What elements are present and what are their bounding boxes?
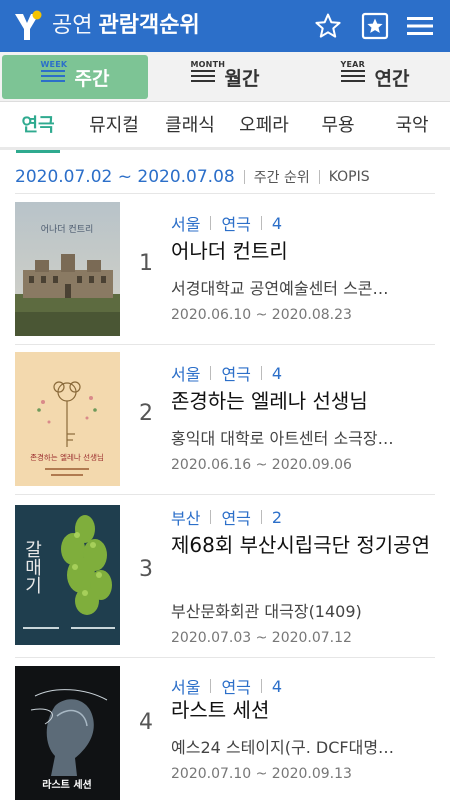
divider (318, 169, 320, 184)
rank-number: 2 (139, 401, 153, 426)
list-item[interactable]: 어나더 컨트리 1 서울 연극 4 어나더 컨트리 서경대학교 공연예술센터 스콘…… (15, 195, 435, 345)
genre: 연극 (221, 365, 251, 384)
tab-weekly[interactable]: WEEK 주간 (2, 55, 148, 99)
venue: 홍익대 대학로 아트센터 소극장… (171, 429, 394, 448)
show-title[interactable]: 라스트 세션 (171, 695, 435, 725)
page-title: 공연 관람객순위 (52, 12, 200, 40)
list-item[interactable]: 존경하는 엘레나 선생님 2 서울 연극 4 존경하는 엘레나 선생님 홍익대 대학… (15, 345, 435, 495)
tab-monthly-label: 월간 (224, 67, 260, 90)
title-light: 공연 (52, 13, 93, 38)
show-dates: 2020.06.10 ~ 2020.08.23 (171, 307, 352, 323)
count: 4 (271, 213, 283, 233)
tab-classical[interactable]: 클래식 (156, 102, 224, 150)
divider (243, 169, 245, 184)
poster-image[interactable]: 존경하는 엘레나 선생님 (15, 352, 120, 486)
venue: 부산문화회관 대극장(1409) (171, 602, 362, 621)
title-bold: 관람객순위 (98, 13, 200, 38)
show-dates: 2020.06.16 ~ 2020.09.06 (171, 457, 352, 473)
tab-gugak[interactable]: 국악 (382, 102, 442, 150)
venue: 서경대학교 공연예술센터 스콘… (171, 279, 389, 298)
tab-opera[interactable]: 오페라 (230, 102, 298, 150)
data-source: KOPIS (328, 168, 370, 185)
tab-yearly-label: 연간 (374, 67, 410, 90)
yes24-logo-icon[interactable] (12, 10, 42, 42)
poster-title: 존경하는 엘레나 선생님 (30, 452, 104, 462)
ranking-type: 주간 순위 (253, 169, 310, 186)
count: 4 (271, 363, 283, 383)
period-tabs: WEEK 주간 MONTH 월간 YEAR 연간 (0, 52, 450, 102)
count: 4 (271, 676, 283, 696)
tab-weekly-tag: WEEK (40, 60, 68, 69)
yearly-list-icon: YEAR (340, 60, 371, 88)
tab-theater[interactable]: 연극 (8, 102, 68, 153)
tab-dance[interactable]: 무용 (308, 102, 368, 150)
app-header: 공연 관람객순위 (0, 0, 450, 52)
item-meta: 부산 연극 2 (171, 505, 282, 529)
tab-weekly-label: 주간 (74, 67, 110, 90)
list-item[interactable]: 갈매기 3 부산 연극 2 제68회 부산시립극단 정기공연 부산문화회관 대극장(… (15, 495, 435, 658)
genre-tabs: 연극 뮤지컬 클래식 오페라 무용 국악 (0, 102, 450, 153)
poster-image[interactable]: 갈매기 (15, 505, 120, 645)
genre: 연극 (221, 509, 251, 528)
item-meta: 서울 연극 4 (171, 211, 282, 235)
poster-title: 어나더 컨트리 (41, 224, 94, 235)
item-meta: 서울 연극 4 (171, 361, 282, 385)
show-title[interactable]: 어나더 컨트리 (171, 236, 435, 266)
tab-yearly-tag: YEAR (340, 60, 365, 69)
date-range: 2020.07.02 ~ 2020.07.08 (15, 166, 235, 187)
rank-number: 3 (139, 557, 153, 582)
region: 부산 (171, 509, 201, 528)
show-title[interactable]: 제68회 부산시립극단 정기공연 (171, 530, 435, 560)
hamburger-menu-icon[interactable] (404, 10, 436, 42)
tab-monthly-tag: MONTH (190, 60, 226, 69)
region: 서울 (171, 215, 201, 234)
count: 2 (271, 507, 283, 527)
tab-yearly[interactable]: YEAR 연간 (302, 55, 448, 99)
ranking-info: 2020.07.02 ~ 2020.07.08 주간 순위 KOPIS (15, 160, 435, 194)
poster-title: 갈매기 (22, 540, 43, 594)
show-title[interactable]: 존경하는 엘레나 선생님 (171, 386, 435, 416)
poster-image[interactable]: 라스트 세션 (15, 666, 120, 800)
tab-monthly[interactable]: MONTH 월간 (152, 55, 298, 99)
region: 서울 (171, 365, 201, 384)
weekly-list-icon: WEEK (40, 60, 71, 88)
poster-image[interactable]: 어나더 컨트리 (15, 202, 120, 336)
star-outline-icon[interactable] (312, 10, 344, 42)
show-dates: 2020.07.03 ~ 2020.07.12 (171, 630, 352, 646)
rank-number: 4 (139, 710, 153, 735)
rank-number: 1 (139, 251, 153, 276)
list-item[interactable]: 라스트 세션 4 서울 연극 4 라스트 세션 예스24 스테이지(구. DCF대명… (15, 658, 435, 800)
genre: 연극 (221, 215, 251, 234)
monthly-list-icon: MONTH (190, 60, 225, 88)
star-box-icon[interactable] (359, 10, 391, 42)
poster-title: 라스트 세션 (42, 778, 91, 791)
show-dates: 2020.07.10 ~ 2020.09.13 (171, 766, 352, 782)
venue: 예스24 스테이지(구. DCF대명… (171, 738, 395, 757)
tab-musical[interactable]: 뮤지컬 (80, 102, 148, 150)
